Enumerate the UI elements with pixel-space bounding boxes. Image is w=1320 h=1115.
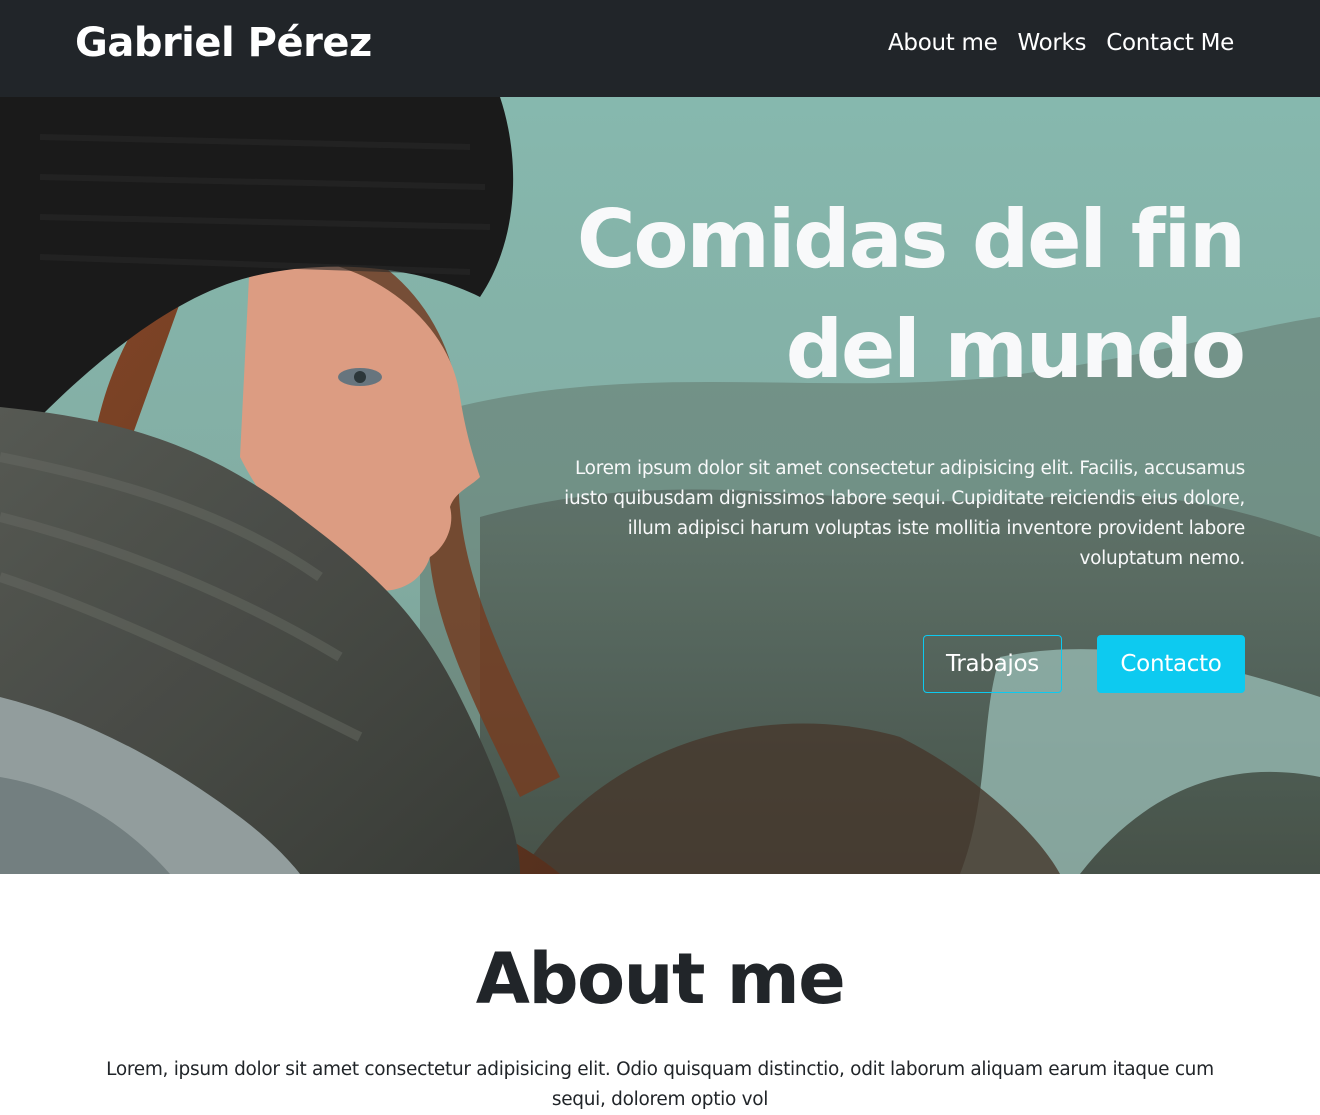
about-text: Lorem, ipsum dolor sit amet consectetur … xyxy=(106,1059,1214,1110)
nav-links: About me Works Contact Me xyxy=(888,30,1234,56)
nav-link-about[interactable]: About me xyxy=(888,30,998,56)
hero-title-line1: Comidas del fin xyxy=(576,193,1246,286)
contact-button[interactable]: Contacto xyxy=(1097,635,1245,693)
nav-link-contact[interactable]: Contact Me xyxy=(1106,30,1234,56)
about-title: About me xyxy=(475,938,846,1020)
hero-section: Comidas del fin del mundo Lorem ipsum do… xyxy=(0,97,1320,874)
hero-title-line2: del mundo xyxy=(785,303,1246,396)
brand-link[interactable]: Gabriel Pérez xyxy=(75,20,372,66)
nav-link-works[interactable]: Works xyxy=(1017,30,1086,56)
hero-title: Comidas del fin del mundo xyxy=(484,185,1246,405)
hero-description: Lorem ipsum dolor sit amet consectetur a… xyxy=(564,458,1245,569)
works-button[interactable]: Trabajos xyxy=(923,635,1062,693)
top-navbar: Gabriel Pérez About me Works Contact Me xyxy=(0,0,1320,97)
